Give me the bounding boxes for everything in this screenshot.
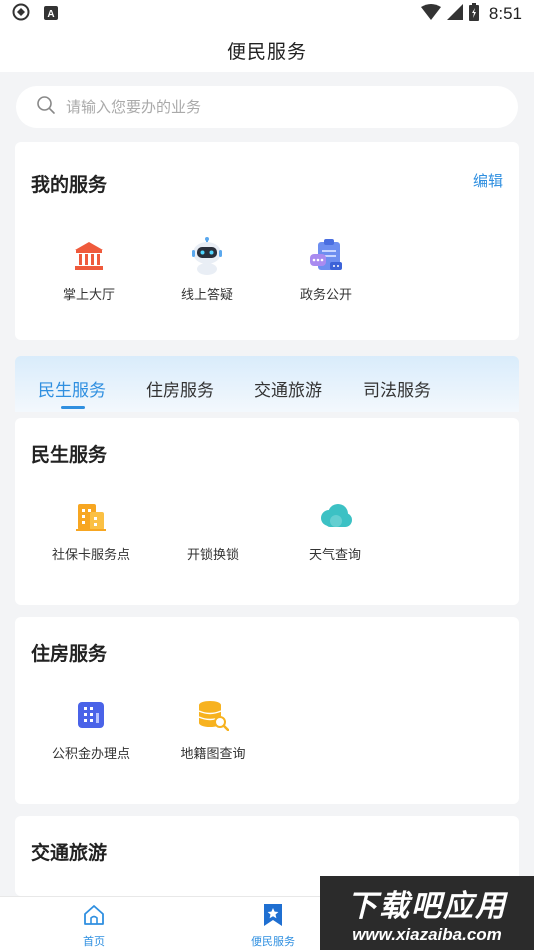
nav-item-services[interactable]: 便民服务 xyxy=(233,903,313,949)
active-tab-indicator xyxy=(61,406,85,409)
signal-icon xyxy=(446,3,463,25)
tab-livelihood[interactable]: 民生服务 xyxy=(38,376,106,401)
service-label: 公积金办理点 xyxy=(51,747,130,762)
service-label: 政务公开 xyxy=(299,288,352,303)
service-label: 线上答疑 xyxy=(180,288,233,303)
status-time: 8:51 xyxy=(488,4,522,23)
tab-transport[interactable]: 交通旅游 xyxy=(254,376,322,401)
search-box[interactable] xyxy=(16,86,518,128)
tab-judicial[interactable]: 司法服务 xyxy=(363,376,431,401)
housing-title: 住房服务 xyxy=(31,643,108,665)
watermark-line2: www.xiazaiba.com xyxy=(352,925,502,944)
bank-icon xyxy=(69,236,109,276)
livelihood-title: 民生服务 xyxy=(31,444,108,466)
service-label: 掌上大厅 xyxy=(62,288,115,303)
database-search-icon xyxy=(193,695,233,735)
building-icon xyxy=(71,496,111,536)
wifi-icon xyxy=(420,3,441,25)
nav-label-services: 便民服务 xyxy=(251,935,295,948)
home-icon xyxy=(82,903,106,931)
service-item-hall[interactable]: 掌上大厅 xyxy=(29,236,149,303)
housing-card: 住房服务 公积金办理点 地籍图查询 xyxy=(15,617,519,804)
service-label: 地籍图查询 xyxy=(180,747,246,762)
my-services-title: 我的服务 xyxy=(31,174,108,196)
status-left: A xyxy=(12,3,58,25)
service-item-online-qa[interactable]: 线上答疑 xyxy=(147,236,267,303)
my-services-card: 我的服务 编辑 掌上大厅 线上答疑 政务公开 xyxy=(15,142,519,340)
service-item-locksmith[interactable]: 开锁换锁 xyxy=(153,496,273,563)
transport-title: 交通旅游 xyxy=(31,842,108,864)
bookmark-star-icon xyxy=(262,903,284,931)
lock-icon xyxy=(193,496,233,536)
title-bar: 便民服务 xyxy=(0,28,534,72)
nav-item-home[interactable]: 首页 xyxy=(54,903,134,949)
cloud-icon xyxy=(315,496,355,536)
app-notification-icon xyxy=(12,3,30,25)
robot-icon xyxy=(187,236,227,276)
livelihood-card: 民生服务 社保卡服务点 开锁换锁 天气查询 xyxy=(15,418,519,605)
a-notification-icon: A xyxy=(44,5,58,24)
watermark: 下载吧应用 www.xiazaiba.com xyxy=(320,876,534,950)
clipboard-chat-icon xyxy=(306,236,346,276)
service-item-gov-affairs[interactable]: 政务公开 xyxy=(266,236,386,303)
search-icon xyxy=(36,95,56,119)
service-item-provident-fund[interactable]: 公积金办理点 xyxy=(31,695,151,762)
service-label: 开锁换锁 xyxy=(186,548,239,563)
status-right: 8:51 xyxy=(420,2,522,26)
category-tabs: 民生服务 住房服务 交通旅游 司法服务 xyxy=(15,356,519,412)
svg-text:A: A xyxy=(47,9,54,20)
edit-button[interactable]: 编辑 xyxy=(473,170,503,191)
service-label: 天气查询 xyxy=(308,548,361,563)
service-item-social-security[interactable]: 社保卡服务点 xyxy=(31,496,151,563)
battery-icon xyxy=(468,2,479,26)
service-label: 社保卡服务点 xyxy=(51,548,130,563)
watermark-line1: 下载吧应用 xyxy=(347,890,507,923)
service-item-weather[interactable]: 天气查询 xyxy=(275,496,395,563)
search-area xyxy=(0,72,534,134)
page-title: 便民服务 xyxy=(226,40,307,63)
nav-label-home: 首页 xyxy=(83,935,105,948)
tab-housing[interactable]: 住房服务 xyxy=(146,376,214,401)
status-bar: A 8:51 xyxy=(0,0,534,28)
search-input[interactable] xyxy=(66,98,466,116)
service-item-cadastral-map[interactable]: 地籍图查询 xyxy=(153,695,273,762)
office-building-icon xyxy=(71,695,111,735)
